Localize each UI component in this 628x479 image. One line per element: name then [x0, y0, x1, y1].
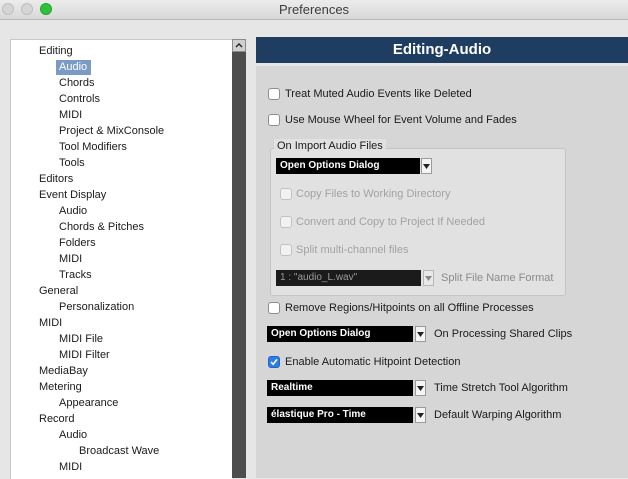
tree-item-mediabay[interactable]: MediaBay — [39, 364, 88, 379]
preferences-tree: Editing Audio Chords Controls MIDI Project & … — [10, 39, 234, 479]
checkmark-icon — [270, 358, 278, 366]
tree-item-folders[interactable]: Folders — [59, 236, 96, 251]
split-format-label: Split File Name Format — [441, 272, 554, 284]
copy-files-checkbox[interactable] — [280, 188, 292, 200]
mouse-wheel-label: Use Mouse Wheel for Event Volume and Fad… — [285, 114, 517, 126]
chevron-down-icon — [417, 386, 424, 391]
convert-copy-label: Convert and Copy to Project If Needed — [296, 216, 485, 228]
warping-label: Default Warping Algorithm — [434, 409, 562, 421]
import-options-dropdown-arrow[interactable] — [421, 158, 432, 174]
copy-files-label: Copy Files to Working Directory — [296, 188, 451, 200]
tree-item-editing[interactable]: Editing — [39, 44, 73, 59]
tree-item-midi[interactable]: MIDI — [59, 460, 82, 475]
chevron-down-icon — [417, 332, 424, 337]
tree-item-editors[interactable]: Editors — [39, 172, 73, 187]
chevron-up-icon — [235, 43, 243, 48]
chevron-down-icon — [423, 164, 430, 169]
panel-header: Editing-Audio — [256, 37, 628, 63]
tree-item-tool-modifiers[interactable]: Tool Modifiers — [59, 140, 127, 155]
tree-item-broadcast-wave[interactable]: Broadcast Wave — [79, 444, 159, 459]
shared-clips-label: On Processing Shared Clips — [434, 328, 573, 340]
treat-muted-checkbox[interactable] — [268, 88, 280, 100]
title-bar: Preferences — [0, 0, 628, 20]
settings-content: Treat Muted Audio Events like Deleted Us… — [256, 66, 628, 478]
split-multichannel-checkbox[interactable] — [280, 244, 292, 256]
tree-item-midi-filter[interactable]: MIDI Filter — [59, 348, 110, 363]
shared-clips-dropdown[interactable]: Open Options Dialog — [267, 326, 413, 342]
time-stretch-label: Time Stretch Tool Algorithm — [434, 382, 568, 394]
tree-item-midi[interactable]: MIDI — [59, 252, 82, 267]
import-audio-group-title: On Import Audio Files — [274, 139, 386, 153]
tree-item-midi-file[interactable]: MIDI File — [59, 332, 103, 347]
tree-item-tracks[interactable]: Tracks — [59, 268, 92, 283]
split-multichannel-label: Split multi-channel files — [296, 244, 409, 256]
navigation-pane: Editing Audio Chords Controls MIDI Project & … — [0, 20, 247, 479]
tree-item-chords[interactable]: Chords — [59, 76, 94, 91]
tree-item-metering[interactable]: Metering — [39, 380, 82, 395]
chevron-down-icon — [425, 276, 432, 281]
tree-item-audio[interactable]: Audio — [56, 60, 92, 75]
tree-item-audio[interactable]: Audio — [59, 428, 87, 443]
split-format-dropdown[interactable]: 1 : "audio_L.wav" — [276, 270, 421, 286]
tree-item-event-display[interactable]: Event Display — [39, 188, 106, 203]
window-title: Preferences — [278, 2, 350, 17]
warping-dropdown-arrow[interactable] — [415, 407, 426, 423]
chevron-down-icon — [417, 413, 424, 418]
split-format-dropdown-arrow[interactable] — [423, 270, 434, 286]
mouse-wheel-checkbox[interactable] — [268, 114, 280, 126]
time-stretch-dropdown-arrow[interactable] — [415, 380, 426, 396]
tree-item-controls[interactable]: Controls — [59, 92, 100, 107]
tree-item-appearance[interactable]: Appearance — [59, 396, 118, 411]
tree-item-midi[interactable]: MIDI — [59, 108, 82, 123]
hitpoint-detection-checkbox[interactable] — [268, 356, 280, 368]
scroll-up-button[interactable] — [232, 39, 246, 52]
convert-copy-checkbox[interactable] — [280, 216, 292, 228]
tree-item-project-mixconsole[interactable]: Project & MixConsole — [59, 124, 164, 139]
tree-item-record[interactable]: Record — [39, 412, 74, 427]
tree-item-personalization[interactable]: Personalization — [59, 300, 134, 315]
tree-item-audio[interactable]: Audio — [59, 204, 87, 219]
tree-item-general[interactable]: General — [39, 284, 78, 299]
import-options-dropdown[interactable]: Open Options Dialog — [276, 158, 420, 174]
hitpoint-detection-label: Enable Automatic Hitpoint Detection — [285, 356, 461, 368]
remove-regions-checkbox[interactable] — [268, 302, 280, 314]
warping-dropdown[interactable]: élastique Pro - Time — [267, 407, 413, 423]
tree-item-midi[interactable]: MIDI — [39, 316, 62, 331]
remove-regions-label: Remove Regions/Hitpoints on all Offline … — [285, 302, 534, 314]
time-stretch-dropdown[interactable]: Realtime — [267, 380, 413, 396]
tree-item-chords-pitches[interactable]: Chords & Pitches — [59, 220, 144, 235]
treat-muted-label: Treat Muted Audio Events like Deleted — [285, 88, 472, 100]
settings-pane: Editing-Audio Treat Muted Audio Events l… — [247, 20, 628, 478]
shared-clips-dropdown-arrow[interactable] — [415, 326, 426, 342]
tree-item-tools[interactable]: Tools — [59, 156, 85, 171]
tree-scrollbar[interactable] — [232, 39, 246, 478]
